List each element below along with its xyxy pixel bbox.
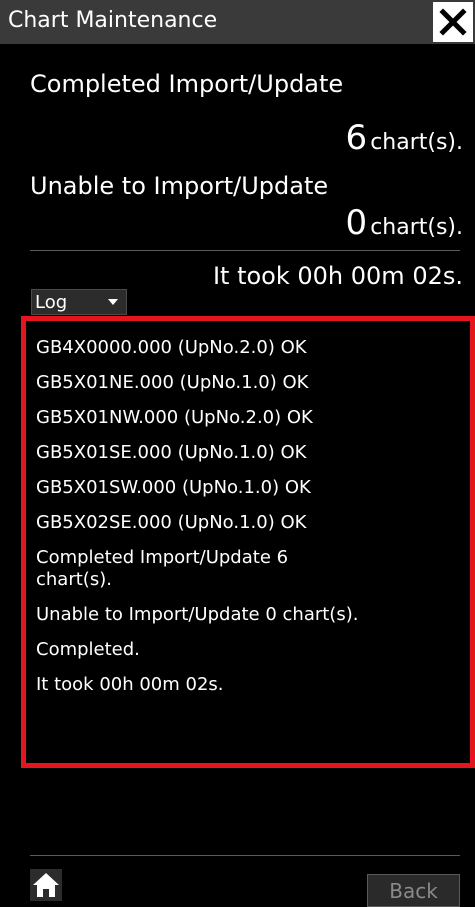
log-line: Completed Import/Update 6 chart(s). [36,547,289,590]
log-line: GB5X01SW.000 (UpNo.1.0) OK [36,477,311,498]
title-bar: Chart Maintenance [0,0,475,44]
log-dropdown-value: Log [35,292,68,313]
unable-count-unit: chart(s). [370,215,463,240]
home-button[interactable] [30,869,62,901]
log-line: GB5X01SE.000 (UpNo.1.0) OK [36,442,307,463]
chart-maintenance-window: Chart Maintenance Completed Import/Updat… [0,0,475,907]
elapsed-time: It took 00h 00m 02s. [212,262,463,290]
unable-count-row: 0 chart(s). [346,203,463,243]
log-panel[interactable]: GB4X0000.000 (UpNo.2.0) OK GB5X01NE.000 (… [21,316,475,768]
log-line: GB5X01NE.000 (UpNo.1.0) OK [36,372,309,393]
completed-label: Completed Import/Update [30,70,344,98]
log-line: GB5X02SE.000 (UpNo.1.0) OK [36,512,307,533]
log-line: It took 00h 00m 02s. [36,674,224,695]
unable-label: Unable to Import/Update [30,172,329,200]
unable-count: 0 [345,203,368,243]
log-line: Unable to Import/Update 0 chart(s). [36,604,359,625]
close-icon [439,8,467,36]
log-list: GB4X0000.000 (UpNo.2.0) OK GB5X01NE.000 (… [36,337,466,709]
summary-divider [30,250,460,251]
completed-count-unit: chart(s). [370,130,463,155]
chevron-down-icon [108,299,118,305]
footer-divider [30,855,460,856]
log-line: Completed. [36,639,140,660]
close-button[interactable] [433,2,473,42]
back-button[interactable]: Back [367,874,460,907]
home-icon [33,873,59,897]
log-dropdown[interactable]: Log [31,289,127,315]
log-line: GB5X01NW.000 (UpNo.2.0) OK [36,407,313,428]
window-title: Chart Maintenance [8,8,218,33]
completed-count-row: 6 chart(s). [346,118,463,158]
log-line: GB4X0000.000 (UpNo.2.0) OK [36,337,307,358]
completed-count: 6 [345,118,368,158]
